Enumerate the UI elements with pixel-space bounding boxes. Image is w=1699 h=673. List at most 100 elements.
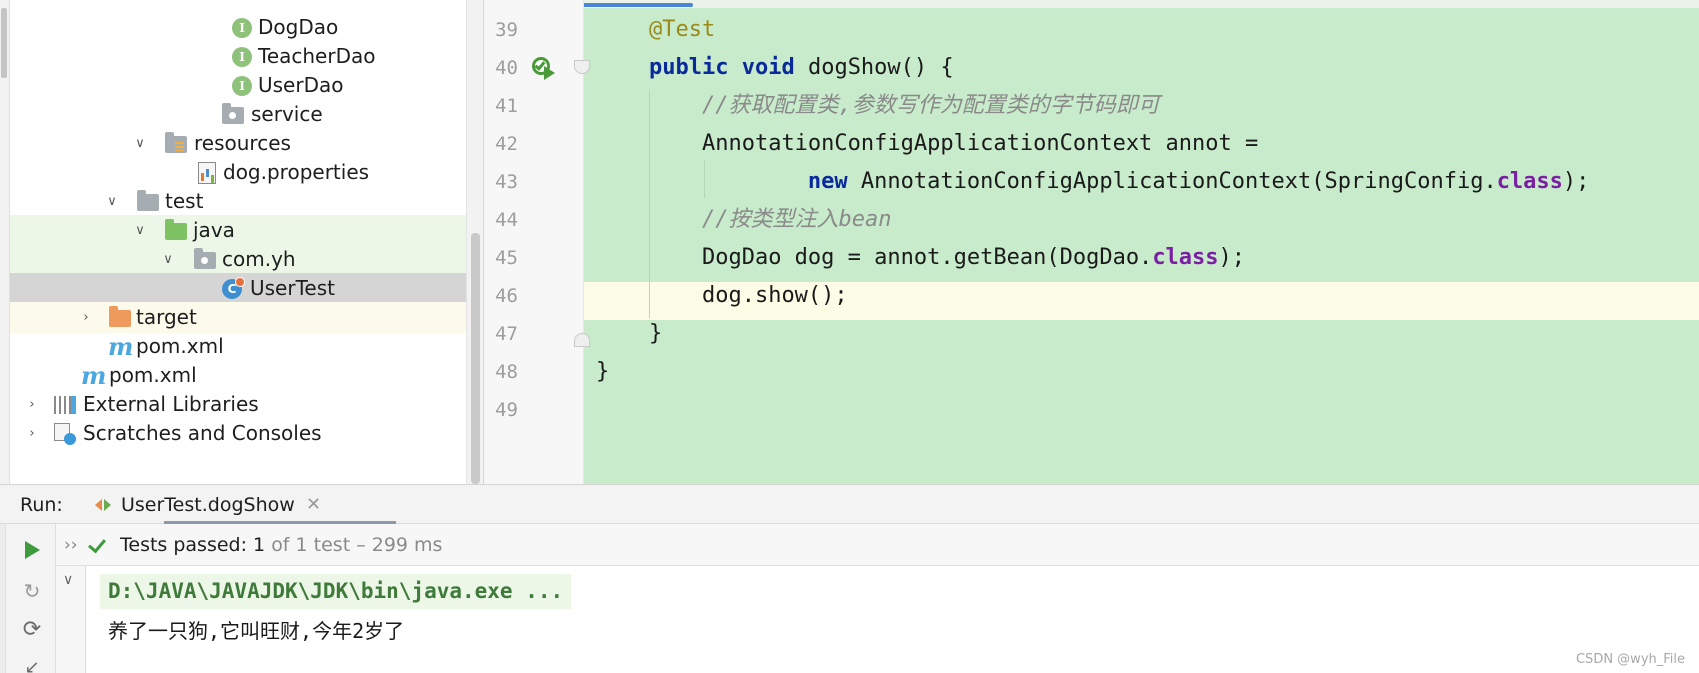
chevron-down-icon[interactable]: ∨ — [132, 215, 148, 246]
keyword-token: public — [648, 55, 729, 80]
chevron-down-icon[interactable]: ∨ — [104, 186, 120, 217]
line-number: 45 — [495, 247, 518, 269]
chevron-down-icon[interactable]: ∨ — [63, 572, 73, 588]
tree-item-external-libraries[interactable]: › External Libraries — [10, 389, 466, 420]
toggle-autotest-icon[interactable]: ⟳ — [20, 618, 44, 642]
line-number: 42 — [495, 133, 518, 155]
more-actions-icon[interactable]: ↙ — [20, 656, 44, 673]
code-text: DogDao dog = annot.getBean(DogDao. — [701, 245, 1153, 270]
excluded-folder-icon — [109, 306, 131, 327]
keyword-token: class — [1496, 169, 1563, 194]
check-icon — [88, 534, 106, 554]
tree-item-label: Scratches and Consoles — [83, 421, 322, 445]
line-number: 39 — [495, 19, 518, 41]
run-label: Run: — [20, 494, 63, 516]
test-run-icon — [95, 499, 111, 511]
code-line-44[interactable]: //按类型注入bean — [596, 201, 1699, 239]
line-number: 47 — [495, 323, 518, 345]
code-text: dog.show(); — [701, 283, 848, 308]
tree-item-dogdao[interactable]: I DogDao — [10, 12, 466, 43]
tree-item-label: DogDao — [258, 15, 339, 39]
tree-item-java[interactable]: ∨ java — [10, 215, 466, 246]
chevron-down-icon[interactable]: ∨ — [132, 128, 148, 159]
tree-item-pom-root[interactable]: m pom.xml — [10, 360, 466, 391]
chevron-right-icon[interactable]: › — [24, 418, 40, 449]
libraries-icon — [54, 396, 76, 414]
tree-item-label: pom.xml — [109, 363, 197, 387]
code-text: AnnotationConfigApplicationContext(Sprin… — [860, 169, 1497, 194]
tree-item-pom-module[interactable]: m pom.xml — [10, 331, 466, 362]
maven-icon: m — [81, 361, 107, 390]
tree-item-label: pom.xml — [136, 334, 224, 358]
expand-icon[interactable]: ›› — [64, 524, 78, 566]
folder-icon — [137, 190, 159, 211]
tests-passed-count: Tests passed: 1 — [120, 534, 266, 556]
test-status-bar: ›› Tests passed: 1 of 1 test – 299 ms — [56, 524, 1699, 566]
rerun-failed-icon[interactable]: ↻ — [20, 579, 44, 603]
tree-item-resources[interactable]: ∨ resources — [10, 128, 466, 159]
code-line-41[interactable]: //获取配置类,参数写作为配置类的字节码即可 — [596, 87, 1699, 125]
code-line-47[interactable]: } — [596, 315, 1699, 353]
console-command-line[interactable]: D:\JAVA\JAVAJDK\JDK\bin\java.exe ... — [100, 574, 572, 609]
chevron-right-icon[interactable]: › — [78, 302, 94, 333]
tree-item-teacherdao[interactable]: I TeacherDao — [10, 41, 466, 72]
code-line-46[interactable]: dog.show(); — [596, 277, 1699, 315]
scrollbar-thumb[interactable] — [471, 233, 480, 484]
tree-item-userdao[interactable]: I UserDao — [10, 70, 466, 101]
rerun-button[interactable] — [20, 538, 44, 562]
code-text: } — [596, 359, 610, 384]
code-line-40[interactable]: public void dogShow() { — [596, 49, 1699, 87]
fold-marker-icon[interactable] — [574, 60, 590, 74]
interface-icon: I — [232, 18, 252, 38]
run-header: Run: UserTest.dogShow ✕ — [0, 484, 1699, 525]
code-text: ); — [1218, 245, 1246, 270]
tree-item-label: java — [193, 218, 235, 242]
line-number: 46 — [495, 285, 518, 307]
code-text: } — [648, 321, 663, 346]
tree-item-label: resources — [194, 131, 291, 155]
code-line-42[interactable]: AnnotationConfigApplicationContext annot… — [596, 125, 1699, 163]
code-line-45[interactable]: DogDao dog = annot.getBean(DogDao.class)… — [596, 239, 1699, 277]
code-text: ); — [1562, 169, 1590, 194]
comment-token: //获取配置类,参数写作为配置类的字节码即可 — [701, 93, 1160, 118]
code-line-48[interactable]: } — [596, 353, 1699, 391]
properties-file-icon — [198, 162, 216, 184]
chevron-right-icon[interactable]: › — [24, 389, 40, 420]
test-status: Tests passed: 1 of 1 test – 299 ms — [120, 524, 442, 566]
fold-marker-icon[interactable] — [574, 333, 590, 347]
tree-item-dog-properties[interactable]: dog.properties — [10, 157, 466, 188]
chevron-down-icon[interactable]: ∨ — [160, 244, 176, 275]
tree-item-usertest[interactable]: C UserTest — [10, 273, 466, 304]
keyword-token: new — [807, 169, 848, 194]
tests-duration: of 1 test – 299 ms — [271, 534, 443, 556]
test-tree-collapsed[interactable]: ∨ — [56, 566, 86, 673]
code-text: AnnotationConfigApplicationContext annot… — [701, 131, 1259, 156]
project-tree: I DogDao I TeacherDao I UserDao service … — [0, 0, 484, 484]
tree-item-label: TeacherDao — [258, 44, 376, 68]
tree-item-label: UserDao — [258, 73, 344, 97]
tree-item-scratches[interactable]: › Scratches and Consoles — [10, 418, 466, 449]
code-line-43[interactable]: new AnnotationConfigApplicationContext(S… — [596, 163, 1699, 201]
close-icon[interactable]: ✕ — [306, 485, 321, 525]
interface-icon: I — [232, 76, 252, 96]
tree-item-target[interactable]: › target — [10, 302, 466, 333]
tree-item-label: test — [165, 189, 204, 213]
package-folder-icon — [194, 248, 216, 269]
tree-item-service[interactable]: service — [10, 99, 466, 130]
code-editor[interactable]: 39 40 41 42 43 44 45 46 47 48 49 @Test p… — [484, 0, 1699, 484]
tree-item-com-yh[interactable]: ∨ com.yh — [10, 244, 466, 275]
line-number: 49 — [495, 399, 518, 421]
keyword-token: void — [741, 55, 795, 80]
tree-scrollbar[interactable] — [466, 0, 483, 484]
tree-item-test[interactable]: ∨ test — [10, 186, 466, 217]
run-test-gutter-icon[interactable] — [532, 57, 555, 80]
code-line-49[interactable] — [596, 391, 1699, 429]
code-line-39[interactable]: @Test — [596, 11, 1699, 49]
run-tab[interactable]: UserTest.dogShow ✕ — [92, 485, 324, 525]
tree-item-label: service — [251, 102, 323, 126]
test-class-icon: C — [222, 277, 245, 299]
comment-token: //按类型注入bean — [701, 207, 892, 232]
tree-item-label: External Libraries — [83, 392, 259, 416]
tree-item-label: UserTest — [250, 276, 335, 300]
line-number: 40 — [495, 57, 518, 79]
